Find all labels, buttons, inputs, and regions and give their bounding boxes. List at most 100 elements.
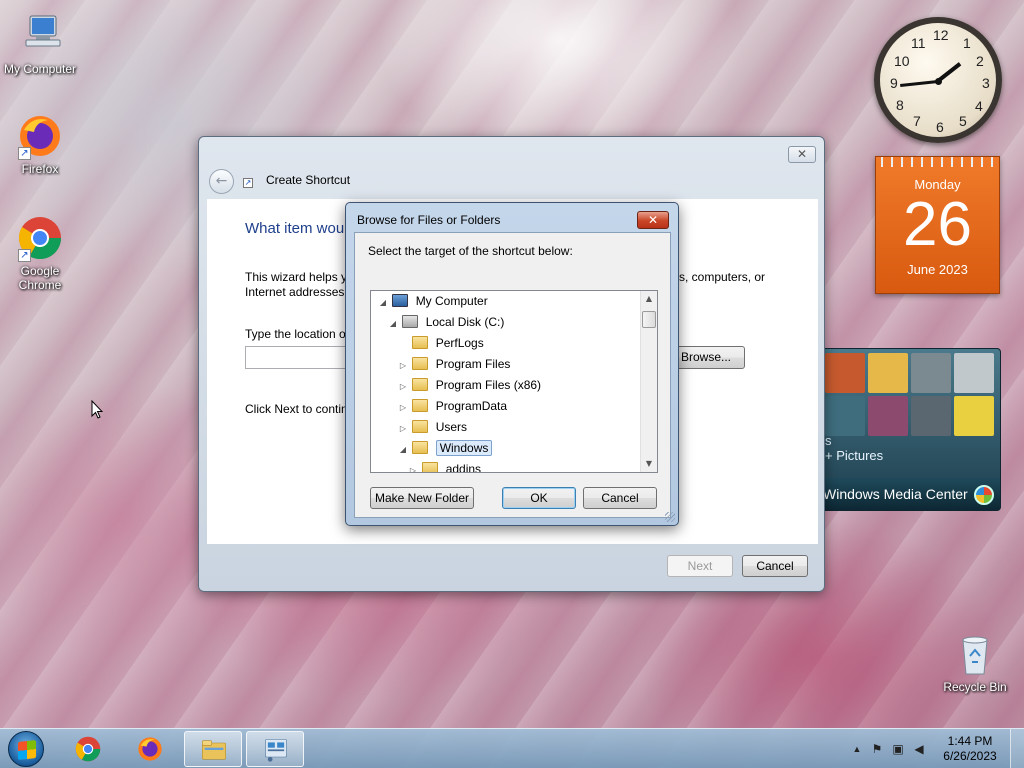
- taskbar-firefox[interactable]: [121, 731, 179, 767]
- desktop-icon-recycle-bin[interactable]: Recycle Bin: [935, 630, 1015, 694]
- tree-item-windows[interactable]: ◢ Windows: [397, 438, 493, 460]
- tree-item-users[interactable]: ▷ Users: [397, 417, 467, 437]
- tree-item-label: PerfLogs: [435, 336, 484, 350]
- media-center-bar[interactable]: Windows Media Center: [819, 478, 1000, 510]
- collapsed-arrow-icon[interactable]: ▷: [397, 377, 409, 397]
- action-center-icon[interactable]: ⚑: [869, 741, 885, 757]
- cancel-button[interactable]: Cancel: [742, 555, 808, 577]
- control-panel-icon: [265, 739, 287, 762]
- expanded-arrow-icon[interactable]: ◢: [397, 440, 409, 460]
- clock-minute-hand: [900, 80, 939, 87]
- expanded-arrow-icon[interactable]: ◢: [387, 314, 399, 334]
- dialog-body: Select the target of the shortcut below:…: [354, 232, 671, 518]
- firefox-icon: ↗: [16, 112, 64, 160]
- collapsed-arrow-icon[interactable]: ▷: [407, 461, 419, 472]
- collapsed-arrow-icon[interactable]: ▷: [397, 398, 409, 418]
- scroll-up-arrow-icon[interactable]: ▲: [641, 291, 657, 307]
- calendar-gadget[interactable]: Monday 26 June 2023: [875, 156, 1000, 294]
- scroll-thumb[interactable]: [642, 311, 656, 328]
- taskbar: ▲ ⚑ ▣ ◀ 1:44 PM 6/26/2023: [0, 728, 1024, 768]
- computer-icon: [392, 294, 409, 307]
- tree-item-addins[interactable]: ▷ addins: [407, 459, 481, 472]
- close-button[interactable]: ✕: [788, 146, 816, 163]
- taskbar-control-panel[interactable]: [246, 731, 304, 767]
- tree-scrollbar[interactable]: ▲ ▼: [640, 291, 657, 472]
- taskbar-file-explorer[interactable]: [184, 731, 242, 767]
- clock-number: 6: [936, 119, 944, 135]
- collapsed-arrow-icon[interactable]: ▷: [397, 356, 409, 376]
- shortcut-arrow-icon: ↗: [18, 249, 31, 262]
- tree-item-label: My Computer: [415, 294, 488, 308]
- desktop-icon-my-computer[interactable]: My Computer: [0, 12, 80, 76]
- tree-item-my-computer[interactable]: ◢ My Computer: [377, 291, 488, 311]
- clock-number: 2: [976, 53, 984, 69]
- dialog-title: Browse for Files or Folders: [357, 213, 501, 227]
- scroll-down-arrow-icon[interactable]: ▼: [641, 456, 657, 472]
- folder-icon: [422, 462, 439, 472]
- clock-area[interactable]: 1:44 PM 6/26/2023: [940, 734, 1000, 764]
- volume-icon[interactable]: ◀: [911, 741, 927, 757]
- collapsed-arrow-icon[interactable]: ▷: [397, 419, 409, 439]
- clock-gadget[interactable]: 12 1 2 3 4 5 6 7 8 9 10 11: [874, 17, 1002, 143]
- dialog-prompt: Select the target of the shortcut below:: [368, 244, 573, 258]
- tree-item-label: Local Disk (C:): [425, 315, 505, 329]
- folder-icon: [412, 441, 429, 454]
- mouse-cursor-icon: [91, 400, 103, 419]
- clock-number: 1: [963, 35, 971, 51]
- clock-number: 12: [933, 27, 949, 43]
- make-new-folder-button[interactable]: Make New Folder: [370, 487, 474, 509]
- wizard-description-right: s, computers, or: [679, 270, 766, 284]
- windows-logo-icon: [18, 740, 36, 760]
- resize-grip-icon[interactable]: [665, 512, 675, 522]
- calendar-month: June 2023: [907, 262, 968, 277]
- tree-item-program-files-x86[interactable]: ▷ Program Files (x86): [397, 375, 541, 395]
- media-tiles: [825, 353, 994, 436]
- folder-tree[interactable]: ◢ My Computer ◢ Local Disk (C:) PerfLogs…: [370, 290, 658, 473]
- tray-time: 1:44 PM: [947, 734, 993, 748]
- next-button[interactable]: Next: [667, 555, 733, 577]
- clock-number: 10: [894, 53, 910, 69]
- folder-icon: [412, 399, 429, 412]
- tree-item-label: Program Files (x86): [435, 378, 542, 392]
- computer-icon: [16, 12, 64, 60]
- folder-icon: [412, 336, 429, 349]
- windows-orb-icon: [974, 485, 994, 505]
- media-center-caption: s + Pictures: [825, 433, 883, 463]
- tree-item-label: Windows: [435, 440, 493, 456]
- desktop-icon-label: Recycle Bin: [943, 680, 1007, 694]
- folder-icon: [412, 420, 429, 433]
- clock-center-pin: [935, 78, 942, 85]
- clock-number: 9: [890, 75, 898, 91]
- tree-item-programdata[interactable]: ▷ ProgramData: [397, 396, 507, 416]
- media-center-text: s: [825, 433, 832, 448]
- drive-icon: [402, 315, 419, 328]
- wizard-instruction: Click Next to contin: [245, 402, 348, 416]
- desktop-icon-label: My Computer: [3, 62, 77, 76]
- show-hidden-icons-button[interactable]: ▲: [849, 741, 865, 757]
- tree-item-program-files[interactable]: ▷ Program Files: [397, 354, 510, 374]
- shortcut-arrow-icon: ↗: [18, 147, 31, 160]
- system-tray: ▲ ⚑ ▣ ◀ 1:44 PM 6/26/2023: [824, 729, 1024, 768]
- desktop-icon-chrome[interactable]: ↗ Google Chrome: [0, 214, 80, 292]
- clock-number: 4: [975, 98, 983, 114]
- taskbar-chrome[interactable]: [59, 731, 117, 767]
- cancel-button[interactable]: Cancel: [583, 487, 657, 509]
- network-icon[interactable]: ▣: [890, 741, 906, 757]
- tree-item-perflogs[interactable]: PerfLogs: [397, 333, 484, 353]
- ok-button[interactable]: OK: [502, 487, 576, 509]
- media-center-gadget[interactable]: s + Pictures Windows Media Center: [818, 348, 1001, 511]
- desktop-icon-label: Firefox: [21, 162, 59, 176]
- start-button[interactable]: [8, 731, 44, 767]
- back-button[interactable]: ←: [209, 169, 234, 194]
- chrome-icon: ↗: [16, 214, 64, 262]
- close-button[interactable]: ✕: [637, 211, 669, 229]
- media-center-pictures-text: + Pictures: [825, 448, 884, 463]
- desktop-icon-firefox[interactable]: ↗ Firefox: [0, 112, 80, 176]
- location-label: Type the location o: [245, 327, 346, 341]
- tree-item-local-disk[interactable]: ◢ Local Disk (C:): [387, 312, 504, 332]
- clock-number: 8: [896, 97, 904, 113]
- show-desktop-button[interactable]: [1010, 729, 1024, 768]
- media-center-title: Windows Media Center: [823, 486, 968, 502]
- tray-date: 6/26/2023: [943, 749, 997, 763]
- expanded-arrow-icon[interactable]: ◢: [377, 293, 389, 313]
